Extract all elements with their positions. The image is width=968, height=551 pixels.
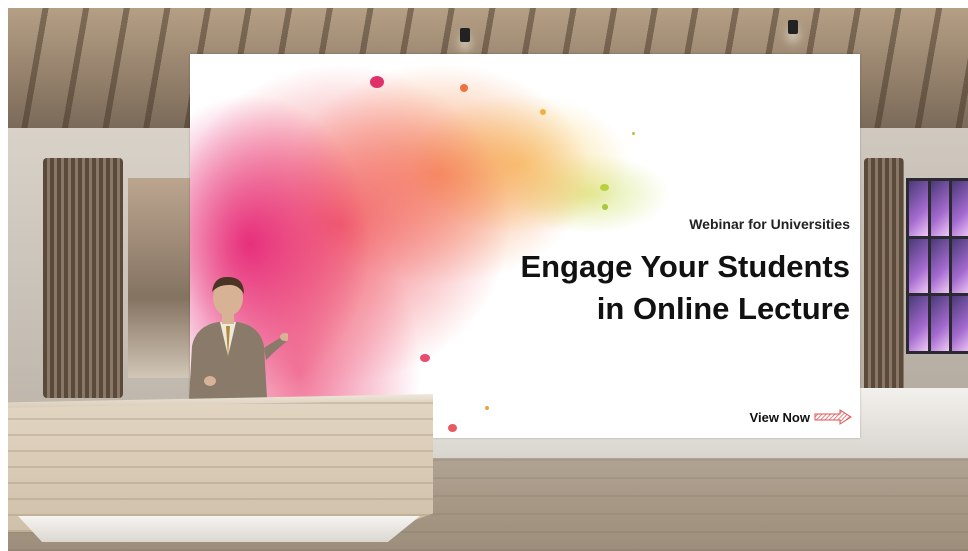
webinar-title-line: in Online Lecture <box>596 291 850 326</box>
video-wall-panel <box>930 181 950 236</box>
video-wall-panel <box>952 181 968 236</box>
virtual-studio-scene: Webinar for Universities Engage Your Stu… <box>8 8 968 551</box>
presenter-figure <box>188 276 288 416</box>
view-now-button[interactable]: View Now <box>750 409 852 425</box>
left-wood-slats <box>43 158 123 398</box>
presentation-screen: Webinar for Universities Engage Your Stu… <box>190 54 860 438</box>
video-wall-panel <box>909 238 928 294</box>
splash-particle <box>370 76 384 88</box>
webinar-title: Engage Your Students in Online Lecture <box>410 246 850 330</box>
arrow-right-icon <box>814 409 852 425</box>
webinar-subtitle: Webinar for Universities <box>689 216 850 232</box>
video-wall-panel <box>909 296 928 351</box>
splash-particle <box>460 84 468 92</box>
presenter-desk <box>8 400 433 532</box>
ceiling-spotlight <box>788 20 798 34</box>
video-wall-panel <box>952 238 968 294</box>
splash-particle <box>540 109 546 115</box>
video-wall-panel <box>930 238 950 294</box>
video-wall-panel <box>952 296 968 351</box>
webinar-title-line: Engage Your Students <box>520 249 850 284</box>
splash-particle <box>448 424 457 432</box>
presenter-desk-base <box>18 516 420 542</box>
ceiling-spotlight <box>460 28 470 42</box>
splash-particle <box>632 132 635 135</box>
video-wall-panel <box>930 296 950 351</box>
video-wall <box>906 178 968 354</box>
right-wood-slats <box>864 158 904 398</box>
video-wall-panel <box>909 181 928 236</box>
splash-particle <box>600 184 609 191</box>
splash-particle <box>602 204 608 210</box>
splash-particle <box>485 406 489 410</box>
view-now-label: View Now <box>749 409 810 425</box>
splash-particle <box>420 354 430 362</box>
